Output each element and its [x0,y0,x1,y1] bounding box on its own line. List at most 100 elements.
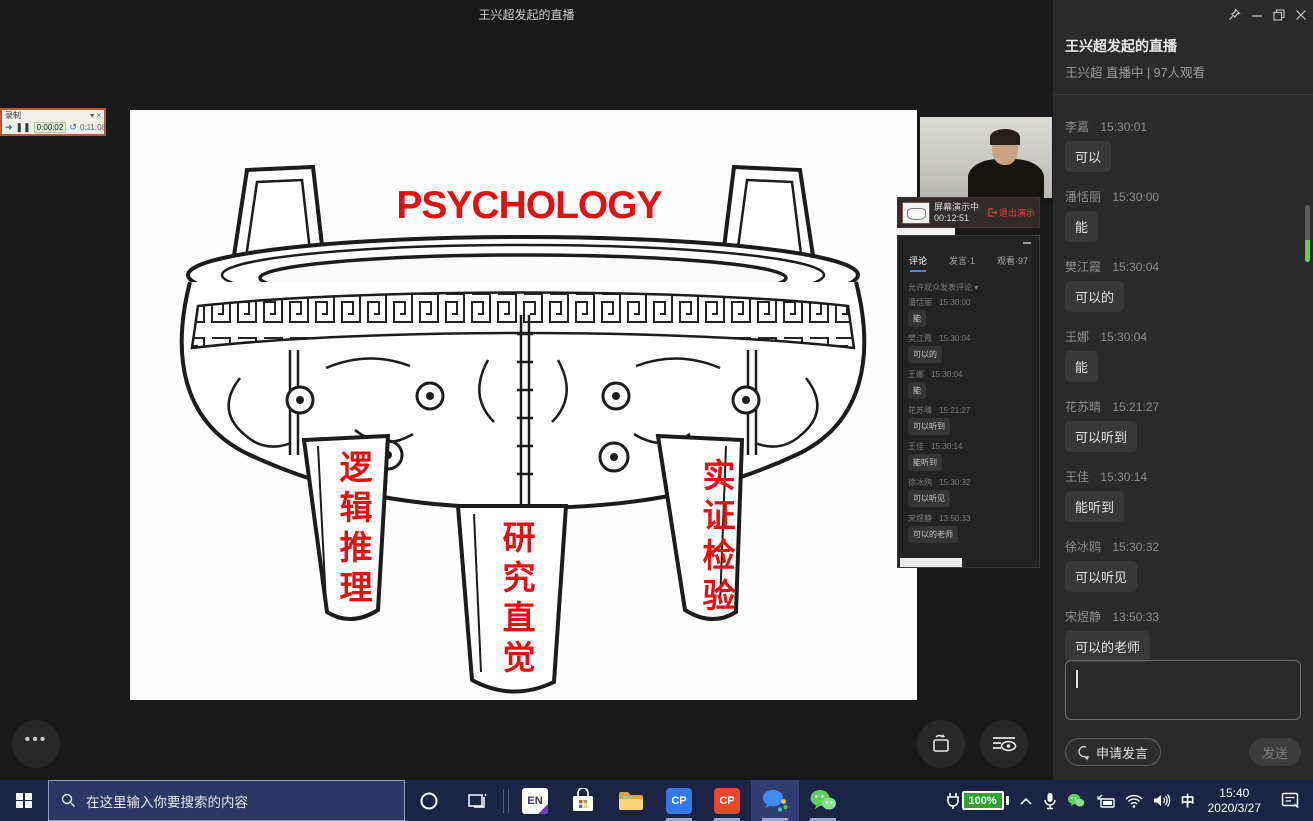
wechat-tray-icon [1067,793,1085,809]
slide-leg-label-logic: 逻辑推理 [329,450,377,610]
new-message-indicator [1305,240,1310,262]
chat-scrollbar[interactable] [1305,205,1310,262]
sender-name: 王娜 [1065,330,1089,344]
mini-message-time: 15:30:04 [939,334,970,343]
action-center-button[interactable] [1269,780,1313,821]
ime-indicator[interactable]: 中 [1176,780,1200,821]
presentation-slide: PSYCHOLOGY 逻辑推理 研究直觉 实证检验 [130,110,917,700]
mini-message-bubble: 可以听见 [908,490,950,507]
start-button[interactable] [0,780,48,821]
message-bubble: 能听到 [1065,491,1124,522]
tray-overflow-chevron[interactable] [1014,780,1038,821]
message-bubble: 能 [1065,211,1098,242]
mini-tab-speakers[interactable]: 发言·1 [949,254,975,272]
chat-input[interactable] [1065,660,1301,720]
plug-icon [946,792,960,810]
wifi-icon [1125,794,1143,808]
send-button[interactable]: 发送 [1249,738,1301,766]
window-title: 王兴超发起的直播 [0,6,1053,23]
pin-icon[interactable] [1228,8,1241,21]
mini-tab-comments[interactable]: 评论 [909,254,927,272]
text-caret [1076,670,1078,688]
taskbar-app-cp-red[interactable]: CP [703,780,751,821]
mini-share-status: 屏幕演示中 [934,202,984,213]
tray-projection[interactable] [1090,780,1120,821]
recording-close-icon[interactable]: × [96,111,101,120]
mini-message-time: 15:30:00 [939,298,970,307]
message-bubble: 可以听见 [1065,561,1137,592]
message-time: 13:50:33 [1112,610,1159,624]
sender-name: 徐冰鸥 [1065,540,1101,554]
mini-allow-comments-dropdown[interactable]: 允许观众发表评论 ▾ [908,282,978,293]
tray-wechat[interactable] [1062,780,1090,821]
ellipsis-icon: ••• [25,735,48,753]
list-eye-icon [991,733,1017,755]
mini-minimize-icon[interactable] [1023,242,1031,244]
sender-name: 花苏晴 [1065,400,1101,414]
task-view-button[interactable] [453,780,501,821]
taskbar-app-microsoft-store[interactable] [559,780,607,821]
rotate-screen-button[interactable] [917,720,965,768]
toggle-comments-button[interactable] [980,720,1028,768]
chat-message: 宋煜静 13:50:33 可以的老师 [1065,608,1299,662]
tray-wifi[interactable] [1120,780,1148,821]
notification-icon [1281,792,1301,810]
taskbar-app-wecom-active[interactable] [751,780,799,821]
presenter-webcam-video[interactable] [920,117,1052,203]
mini-tab-viewers[interactable]: 观看·97 [997,254,1028,272]
battery-indicator[interactable]: 100% [941,780,1014,821]
mini-sender-name: 徐冰鸥 [908,478,932,487]
chat-message: 李嘉 15:30:01 可以 [1065,118,1299,172]
mini-chat-message: 王佳 15:30:14 能听到 [908,442,1035,471]
stage: 王兴超发起的直播 [0,0,1053,780]
slide-gap [897,228,955,235]
taskbar-app-cp-blue[interactable]: CP [655,780,703,821]
record-play-icon[interactable]: ➜ [5,123,13,132]
taskbar-app-file-explorer[interactable] [607,780,655,821]
mini-slide-thumbnail [902,202,930,224]
message-time: 15:30:00 [1112,190,1159,204]
more-options-button[interactable]: ••• [12,720,60,768]
record-pause-icon[interactable]: ❚❚ [16,123,31,132]
taskbar-app-endnote[interactable]: EN [511,780,559,821]
record-undo-icon[interactable]: ↺ [69,123,77,132]
taskbar-app-wechat[interactable] [799,780,847,821]
mini-chat-message: 王娜 15:30:04 能 [908,370,1035,399]
restore-icon[interactable] [1273,9,1285,21]
chat-message: 樊江霞 15:30:04 可以的 [1065,258,1299,312]
message-time: 15:30:32 [1112,540,1159,554]
mini-chat-message: 花苏晴 15:21:27 可以听到 [908,406,1035,435]
mini-chat-message: 徐冰鸥 15:30:32 可以听见 [908,478,1035,507]
recording-dropdown-icon[interactable]: ▾ [90,111,94,120]
chat-message: 徐冰鸥 15:30:32 可以听见 [1065,538,1299,592]
clock-time: 15:40 [1208,786,1261,801]
message-bubble: 可以 [1065,141,1111,172]
search-placeholder: 在这里输入你要搜索的内容 [86,791,248,811]
recording-toolbar[interactable]: 录制 ▾ × ➜ ❚❚ 0:00:02 ↺ 0:11:08 [0,108,106,136]
mini-message-bubble: 能 [908,310,926,327]
live-chat-panel: 王兴超发起的直播 王兴超 直播中 | 97人观看 李嘉 15:30:01 可以 … [1053,0,1313,780]
mini-exit-presentation-button[interactable]: 退出演示 [988,206,1035,219]
cortana-button[interactable] [405,780,453,821]
taskbar-clock[interactable]: 15:40 2020/3/27 [1200,786,1269,816]
message-bubble: 能 [1065,351,1098,382]
taskbar-separator [508,789,509,813]
mini-message-time: 15:30:14 [931,442,962,451]
minimize-icon[interactable] [1251,9,1263,21]
task-view-icon [466,791,488,811]
mini-message-list: 潘恬丽 15:30:00 能 樊江霞 15:30:04 可以的 [908,298,1035,550]
sender-name: 潘恬丽 [1065,190,1101,204]
tray-microphone[interactable] [1038,780,1062,821]
message-time: 15:30:04 [1100,330,1147,344]
tray-volume[interactable] [1148,780,1176,821]
mini-message-time: 13:50:33 [939,514,970,523]
request-to-speak-button[interactable]: 申请发言 [1065,738,1161,766]
mini-share-time: 00:12:51 [934,213,984,224]
mini-sender-name: 王娜 [908,370,924,379]
chat-message-list: 李嘉 15:30:01 可以 潘恬丽 15:30:00 能 樊江霞 [1065,118,1299,678]
chat-message: 潘恬丽 15:30:00 能 [1065,188,1299,242]
close-icon[interactable] [1295,9,1307,21]
message-time: 15:30:01 [1100,120,1147,134]
mini-sender-name: 花苏晴 [908,406,932,415]
taskbar-search-box[interactable]: 在这里输入你要搜索的内容 [48,780,405,821]
